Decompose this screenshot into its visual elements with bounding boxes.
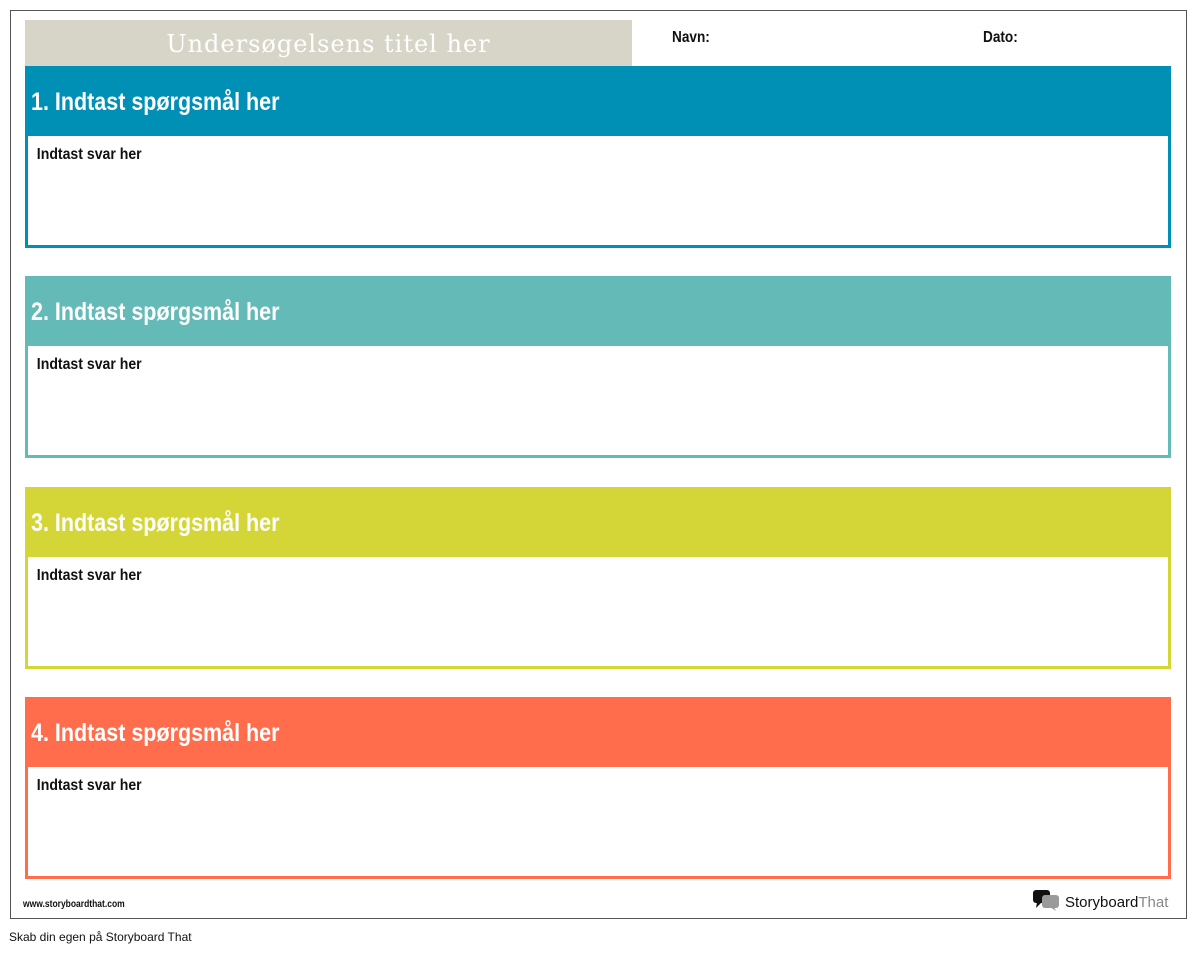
question-block-3: 3. Indtast spørgsmål her Indtast svar he…	[25, 487, 1171, 669]
answer-field[interactable]: Indtast svar her	[28, 136, 1031, 164]
credit-text[interactable]: Skab din egen på Storyboard That	[9, 930, 192, 944]
answer-field[interactable]: Indtast svar her	[28, 557, 1031, 585]
answer-field[interactable]: Indtast svar her	[28, 346, 1031, 374]
speech-bubbles-icon	[1033, 889, 1061, 916]
question-block-4: 4. Indtast spørgsmål her Indtast svar he…	[25, 697, 1171, 879]
question-title[interactable]: 1. Indtast spørgsmål her	[31, 88, 280, 117]
worksheet: Undersøgelsens titel her Navn: Dato: 1. …	[10, 10, 1187, 919]
question-title[interactable]: 2. Indtast spørgsmål her	[31, 298, 280, 327]
question-header: 4. Indtast spørgsmål her	[28, 700, 1168, 767]
name-label: Navn:	[672, 29, 710, 46]
footer-url[interactable]: www.storyboardthat.com	[23, 899, 125, 910]
question-block-2: 2. Indtast spørgsmål her Indtast svar he…	[25, 276, 1171, 458]
logo-text-secondary: That	[1138, 894, 1169, 911]
date-label: Dato:	[983, 29, 1018, 46]
answer-field[interactable]: Indtast svar her	[28, 767, 1031, 795]
logo-text: StoryboardThat	[1065, 894, 1168, 911]
worksheet-title: Undersøgelsens titel her	[166, 29, 491, 58]
question-title[interactable]: 3. Indtast spørgsmål her	[31, 509, 280, 538]
question-title[interactable]: 4. Indtast spørgsmål her	[31, 719, 280, 748]
question-header: 3. Indtast spørgsmål her	[28, 490, 1168, 557]
question-block-1: 1. Indtast spørgsmål her Indtast svar he…	[25, 66, 1171, 248]
question-header: 1. Indtast spørgsmål her	[28, 69, 1168, 136]
title-box[interactable]: Undersøgelsens titel her	[25, 20, 632, 67]
storyboardthat-logo[interactable]: StoryboardThat	[1033, 889, 1168, 916]
logo-text-primary: Storyboard	[1065, 894, 1139, 911]
question-header: 2. Indtast spørgsmål her	[28, 279, 1168, 346]
